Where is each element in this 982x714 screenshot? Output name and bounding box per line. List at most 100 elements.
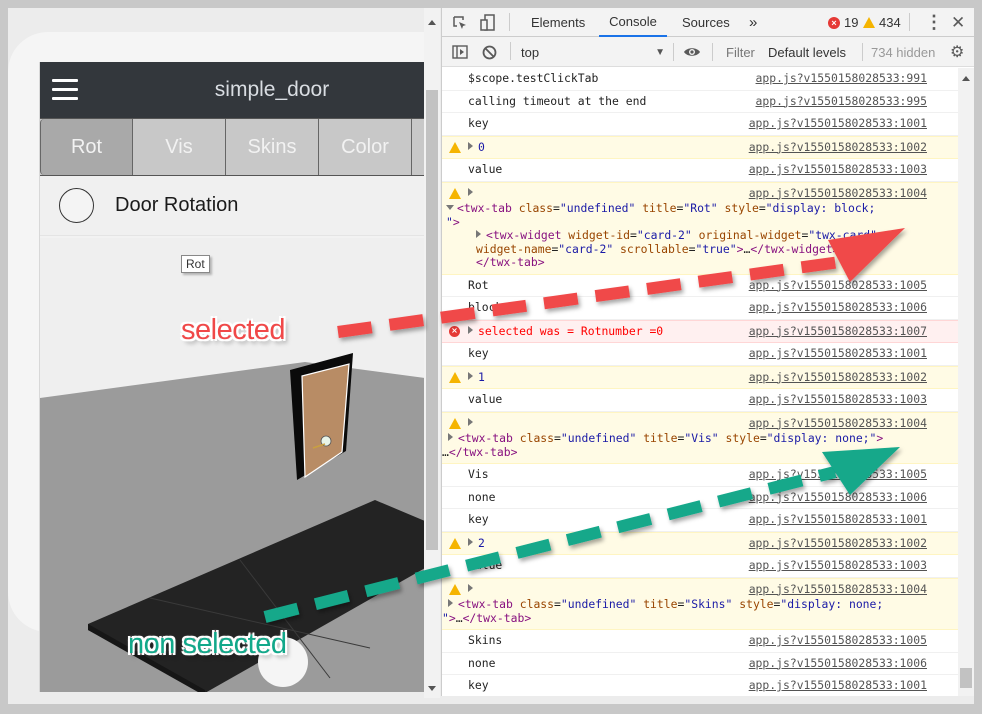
log-source-link[interactable]: app.js?v1550158028533:1003 — [749, 392, 927, 407]
log-source-link[interactable]: app.js?v1550158028533:1005 — [749, 278, 927, 293]
live-expression-eye-icon[interactable] — [683, 37, 701, 67]
warning-counter[interactable]: 434 — [863, 8, 901, 37]
log-source-link[interactable]: app.js?v1550158028533:1004 — [749, 582, 927, 597]
app-tab-overflow[interactable] — [412, 119, 424, 175]
more-tabs-button[interactable]: » — [747, 8, 759, 37]
log-entry-warning: 2 app.js?v1550158028533:1002 — [442, 531, 959, 555]
log-entry: key app.js?v1550158028533:1001 — [442, 675, 959, 696]
expand-arrow-icon[interactable] — [468, 417, 473, 426]
log-source-link[interactable]: app.js?v1550158028533:1001 — [749, 116, 927, 131]
sidebar-toggle-icon[interactable] — [452, 37, 468, 67]
log-entry: block app.js?v1550158028533:1006 — [442, 297, 959, 320]
filter-input[interactable]: Filter — [726, 37, 755, 67]
door-rotation-card: Door Rotation — [40, 176, 424, 236]
toolbar-divider — [712, 43, 713, 61]
log-source-link[interactable]: app.js?v1550158028533:1003 — [749, 162, 927, 177]
expand-arrow-icon[interactable] — [468, 537, 473, 546]
3d-viewport[interactable]: Rot — [40, 238, 424, 692]
log-source-link[interactable]: app.js?v1550158028533:1002 — [749, 140, 927, 155]
log-source-link[interactable]: app.js?v1550158028533:1002 — [749, 536, 927, 551]
warning-icon — [449, 417, 461, 429]
collapse-arrow-icon[interactable] — [446, 205, 454, 210]
log-entry-warning: 1 app.js?v1550158028533:1002 — [442, 365, 959, 389]
log-entry: value app.js?v1550158028533:1003 — [442, 159, 959, 182]
scroll-up-arrow-icon[interactable] — [428, 20, 436, 25]
device-toolbar-icon[interactable] — [480, 8, 496, 37]
log-entry: none app.js?v1550158028533:1006 — [442, 652, 959, 675]
context-value: top — [521, 44, 540, 60]
log-entry: value app.js?v1550158028533:1003 — [442, 555, 959, 578]
log-text: key — [468, 346, 489, 360]
expand-arrow-icon[interactable] — [468, 187, 473, 196]
expand-arrow-icon[interactable] — [476, 230, 481, 238]
log-source-link[interactable]: app.js?v1550158028533:1001 — [749, 678, 927, 693]
log-entry-warning: app.js?v1550158028533:1004 <twx-tab clas… — [442, 577, 959, 630]
scrollbar-thumb[interactable] — [960, 668, 972, 688]
log-source-link[interactable]: app.js?v1550158028533:1005 — [749, 467, 927, 482]
device-preview-pane: simple_door Rot Vis Skins Color Door Rot… — [8, 8, 440, 698]
log-text: none — [468, 489, 496, 504]
scrollbar-thumb[interactable] — [426, 90, 438, 550]
log-source-link[interactable]: app.js?v1550158028533:995 — [756, 94, 927, 109]
log-entry: Vis app.js?v1550158028533:1005 — [442, 464, 959, 487]
log-text: key — [468, 116, 489, 130]
expand-arrow-icon[interactable] — [468, 141, 473, 150]
log-source-link[interactable]: app.js?v1550158028533:1001 — [749, 512, 927, 527]
log-source-link[interactable]: app.js?v1550158028533:1006 — [749, 490, 927, 505]
dom-node-twx-tab[interactable]: <twx-tab class="undefined" title="Vis" s… — [442, 430, 959, 459]
console-scrollbar[interactable] — [958, 68, 974, 696]
log-source-link[interactable]: app.js?v1550158028533:1006 — [749, 656, 927, 671]
console-settings-gear-icon[interactable]: ⚙ — [950, 37, 964, 67]
inspect-element-icon[interactable] — [452, 8, 468, 37]
scroll-down-arrow-icon[interactable] — [428, 686, 436, 691]
expand-arrow-icon[interactable] — [448, 599, 453, 607]
log-source-link[interactable]: app.js?v1550158028533:1001 — [749, 346, 927, 361]
app-tab-color[interactable]: Color — [319, 119, 412, 175]
scroll-up-arrow-icon[interactable] — [962, 76, 970, 81]
expand-arrow-icon[interactable] — [448, 433, 453, 441]
log-source-link[interactable]: app.js?v1550158028533:1005 — [749, 633, 927, 648]
warning-count: 434 — [879, 15, 901, 30]
app-tab-skins[interactable]: Skins — [226, 119, 319, 175]
error-counter[interactable]: × 19 — [828, 8, 858, 37]
log-text: Skins — [468, 633, 503, 647]
log-source-link[interactable]: app.js?v1550158028533:1003 — [749, 558, 927, 573]
preview-scrollbar[interactable] — [424, 8, 440, 698]
clear-console-icon[interactable] — [482, 37, 497, 67]
log-levels-dropdown[interactable]: Default levels — [768, 37, 846, 67]
log-entry-warning: 0 app.js?v1550158028533:1002 — [442, 135, 959, 159]
log-entry: none app.js?v1550158028533:1006 — [442, 486, 959, 509]
log-source-link[interactable]: app.js?v1550158028533:991 — [756, 71, 927, 86]
log-entry: Skins app.js?v1550158028533:1005 — [442, 630, 959, 653]
log-entry: calling timeout at the end app.js?v15501… — [442, 90, 959, 113]
log-text: none — [468, 655, 496, 670]
kebab-menu-icon[interactable]: ⋮ — [925, 8, 943, 37]
log-source-link[interactable]: app.js?v1550158028533:1004 — [749, 186, 927, 201]
dom-node-twx-tab[interactable]: <twx-tab class="undefined" title="Rot" s… — [446, 200, 959, 229]
log-source-link[interactable]: app.js?v1550158028533:1002 — [749, 370, 927, 385]
expand-arrow-icon[interactable] — [468, 583, 473, 592]
expand-arrow-icon[interactable] — [468, 325, 473, 334]
tab-elements[interactable]: Elements — [529, 8, 587, 37]
app-title: simple_door — [214, 78, 330, 101]
door-rotation-radio[interactable] — [59, 188, 94, 223]
tab-console[interactable]: Console — [599, 8, 667, 37]
log-source-link[interactable]: app.js?v1550158028533:1007 — [749, 324, 927, 339]
log-source-link[interactable]: app.js?v1550158028533:1006 — [749, 300, 927, 315]
dom-node-twx-tab[interactable]: <twx-tab class="undefined" title="Skins"… — [442, 596, 959, 625]
log-text: calling timeout at the end — [468, 93, 647, 108]
log-entry-error: × selected was = Rotnumber =0 app.js?v15… — [442, 319, 959, 343]
toolbar-divider — [909, 13, 910, 31]
log-entry-warning: app.js?v1550158028533:1004 <twx-tab clas… — [442, 411, 959, 464]
dom-node-twx-widget[interactable]: <twx-widget widget-id="card-2" original-… — [458, 228, 959, 256]
app-tab-rot[interactable]: Rot — [40, 119, 133, 175]
toolbar-divider — [673, 43, 674, 61]
close-icon[interactable]: ✕ — [951, 8, 965, 37]
log-entry: $scope.testClickTab app.js?v155015802853… — [442, 68, 959, 91]
log-source-link[interactable]: app.js?v1550158028533:1004 — [749, 416, 927, 431]
tab-sources[interactable]: Sources — [680, 8, 732, 37]
context-selector[interactable]: top ▼ — [521, 37, 667, 67]
app-tab-vis[interactable]: Vis — [133, 119, 226, 175]
expand-arrow-icon[interactable] — [468, 371, 473, 380]
log-text: value — [468, 162, 503, 176]
